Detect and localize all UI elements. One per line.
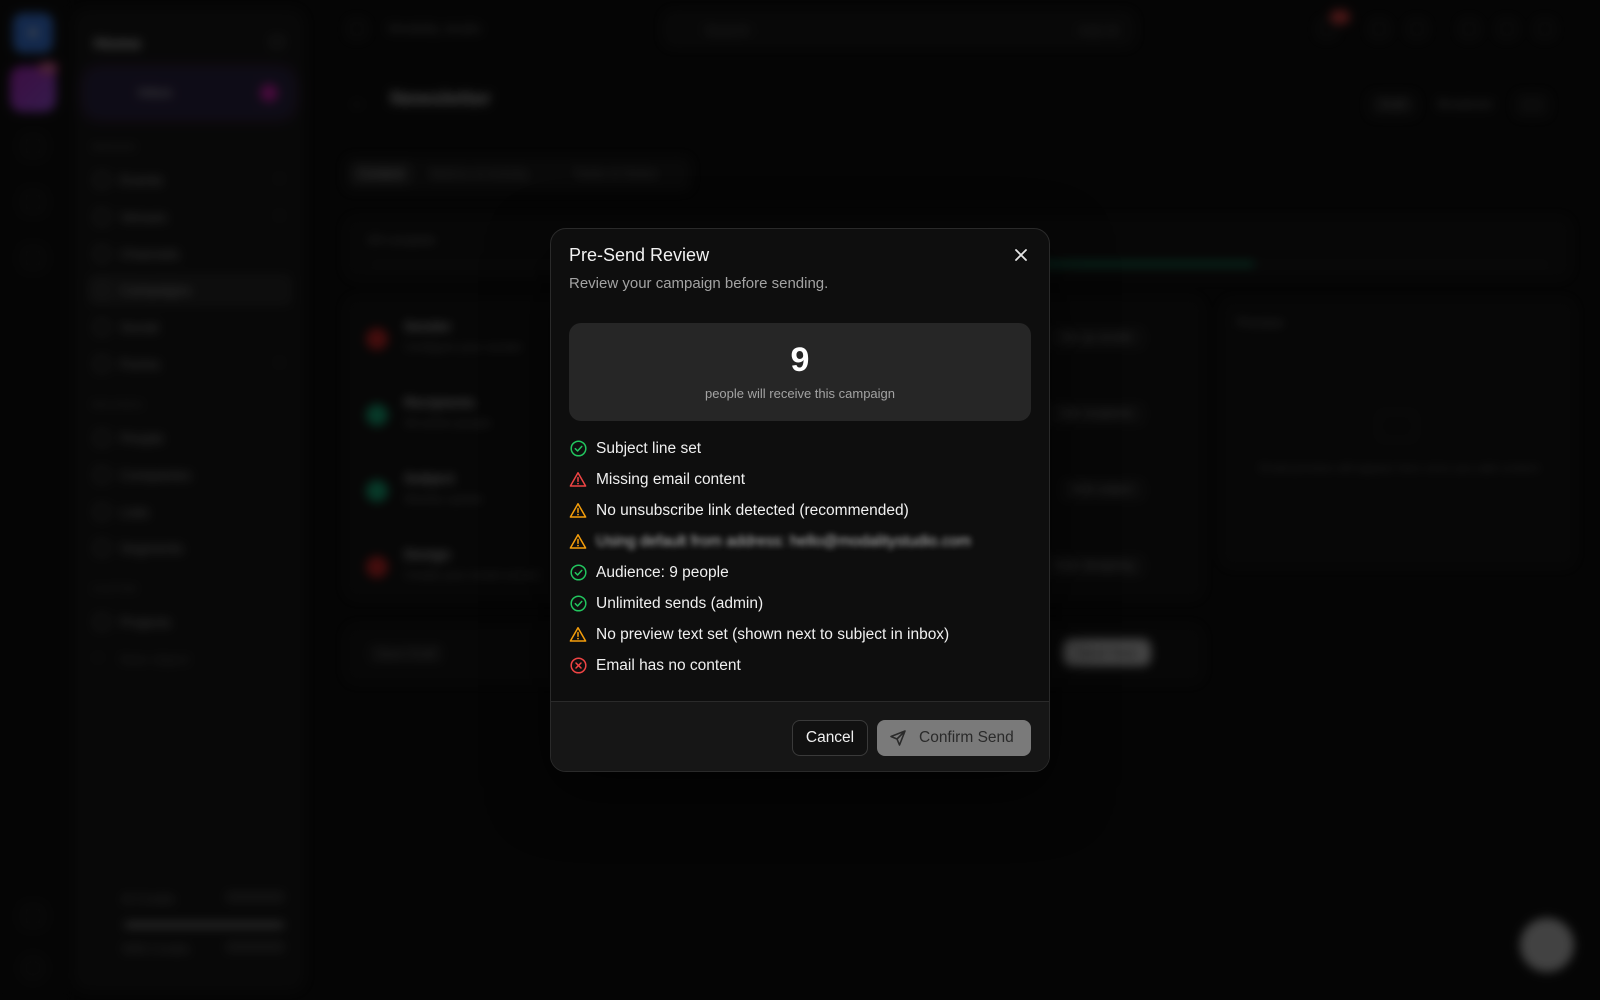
- checklist-item: Email has no content: [569, 650, 1031, 681]
- checklist-item: Missing email content: [569, 464, 1031, 495]
- checklist-item-text: Using default from address: hello@modali…: [596, 532, 971, 550]
- pre-send-review-dialog: Pre-Send Review Review your campaign bef…: [550, 228, 1050, 772]
- confirm-send-button[interactable]: Confirm Send: [877, 720, 1031, 756]
- recipient-count: 9: [790, 341, 810, 379]
- dialog-footer: Cancel Confirm Send: [551, 701, 1049, 771]
- checklist: Subject line set Missing email content No …: [569, 433, 1031, 681]
- checklist-item-text: Unlimited sends (admin): [596, 594, 764, 612]
- check-circle-icon: [569, 440, 587, 458]
- checklist-item: Using default from address: hello@modali…: [569, 526, 1031, 557]
- x-circle-icon: [569, 657, 587, 675]
- warning-triangle-icon: [569, 533, 587, 551]
- send-icon: [889, 729, 907, 747]
- checklist-item-text: No unsubscribe link detected (recommende…: [596, 501, 909, 519]
- checklist-item: Subject line set: [569, 433, 1031, 464]
- checklist-item: Audience: 9 people: [569, 557, 1031, 588]
- close-icon[interactable]: [1009, 243, 1033, 267]
- app-root: ✦ 99 Home Inbox MANAGE Events ▾ Venues ▾ C…: [0, 0, 1600, 1000]
- recipient-caption: people will receive this campaign: [704, 386, 896, 401]
- dialog-title: Pre-Send Review: [569, 245, 710, 265]
- checklist-item-text: No preview text set (shown next to subje…: [596, 625, 950, 643]
- checklist-item-text: Audience: 9 people: [596, 563, 729, 581]
- check-circle-icon: [569, 564, 587, 582]
- dialog-subtitle: Review your campaign before sending.: [569, 275, 829, 292]
- checklist-item: No unsubscribe link detected (recommende…: [569, 495, 1031, 526]
- warning-triangle-icon: [569, 626, 587, 644]
- checklist-item: No preview text set (shown next to subje…: [569, 619, 1031, 650]
- check-circle-icon: [569, 595, 587, 613]
- recipient-count-card: 9 people will receive this campaign: [569, 323, 1031, 421]
- warning-triangle-icon: [569, 502, 587, 520]
- checklist-item-text: Subject line set: [596, 439, 702, 457]
- cancel-button[interactable]: Cancel: [792, 720, 868, 756]
- checklist-item: Unlimited sends (admin): [569, 588, 1031, 619]
- confirm-send-label: Confirm Send: [919, 729, 1014, 746]
- checklist-item-text: Email has no content: [596, 656, 741, 674]
- warning-triangle-icon: [569, 471, 587, 489]
- checklist-item-text: Missing email content: [596, 470, 746, 488]
